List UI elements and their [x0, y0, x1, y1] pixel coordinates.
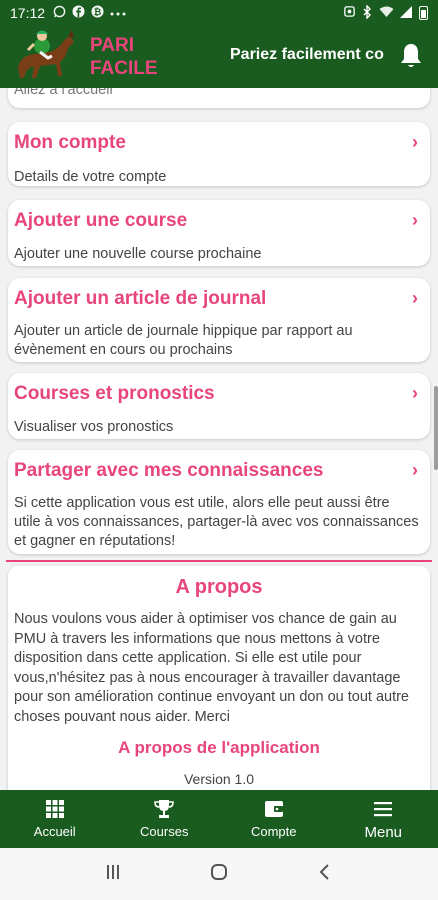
status-bar: 17:12 ₿: [0, 0, 438, 26]
menu-card-accueil[interactable]: Allez à l'accueil: [8, 88, 430, 108]
wifi-icon: [379, 5, 394, 21]
nav-label: Compte: [250, 824, 297, 839]
app-tagline: Pariez facilement co: [230, 46, 384, 63]
signal-icon: [400, 5, 413, 21]
menu-card-courses-pronostics[interactable]: Courses et pronostics › Visualiser vos p…: [8, 373, 430, 439]
menu-card-ajouter-article[interactable]: Ajouter un article de journal › Ajouter …: [8, 278, 430, 362]
facebook-icon: [72, 5, 85, 21]
brand-line-2: FACILE: [90, 58, 158, 79]
system-nav-bar: [0, 848, 438, 900]
menu-card-mon-compte[interactable]: Mon compte › Details de votre compte: [8, 122, 430, 186]
nav-accueil[interactable]: Accueil: [0, 790, 110, 848]
menu-card-desc: Visualiser vos pronostics: [14, 419, 174, 435]
hamburger-icon: [374, 802, 393, 817]
menu-card-desc: Details de votre compte: [14, 169, 167, 185]
app-version: Version 1.0: [183, 771, 255, 787]
section-divider: [6, 560, 432, 562]
app-bar: PARI FACILE Pariez facilement co: [0, 26, 438, 88]
chevron-right-icon: ›: [412, 383, 418, 403]
about-heading: A propos: [175, 576, 263, 598]
home-icon[interactable]: [209, 862, 229, 887]
jockey-horse-logo: [10, 28, 78, 86]
chevron-right-icon: ›: [412, 132, 418, 152]
nav-label: Accueil: [33, 824, 76, 839]
nav-menu[interactable]: Menu: [329, 790, 438, 848]
chevron-right-icon: ›: [412, 288, 418, 308]
nav-compte[interactable]: Compte: [219, 790, 329, 848]
notification-bell-icon[interactable]: [400, 42, 422, 70]
nav-courses[interactable]: Courses: [110, 790, 220, 848]
nav-label: Menu: [364, 824, 403, 841]
about-section: A propos Nous voulons vous aider à optim…: [8, 566, 430, 790]
menu-card-title: Ajouter une course: [14, 210, 188, 231]
alarm-icon: [343, 5, 356, 21]
menu-card-title: Mon compte: [14, 132, 126, 153]
status-time: 17:12: [10, 5, 46, 21]
nav-label: Courses: [140, 824, 189, 839]
scrollbar[interactable]: [434, 386, 438, 470]
menu-card-desc: Ajouter un article de journale hippique …: [14, 323, 353, 358]
menu-card-title: Partager avec mes connaissances: [14, 460, 324, 481]
menu-card-desc: Ajouter une nouvelle course prochaine: [14, 246, 262, 262]
trophy-icon: [154, 800, 175, 818]
more-dots-icon: [110, 6, 126, 20]
whatsapp-icon: [53, 5, 66, 21]
menu-card-desc: Si cette application vous est utile, alo…: [14, 495, 419, 549]
chevron-right-icon: ›: [412, 210, 418, 230]
menu-card-title: Courses et pronostics: [14, 383, 215, 404]
app-brand: PARI FACILE: [90, 34, 158, 80]
battery-icon: [419, 6, 428, 20]
menu-content[interactable]: Allez à l'accueil Mon compte › Details d…: [0, 88, 438, 790]
menu-card-title: Ajouter un article de journal: [14, 288, 267, 309]
bitcoin-icon: ₿: [91, 5, 104, 21]
menu-card-desc: Allez à l'accueil: [14, 88, 113, 98]
menu-card-ajouter-course[interactable]: Ajouter une course › Ajouter une nouvell…: [8, 200, 430, 266]
bottom-nav: Accueil Courses Compte Menu: [0, 790, 438, 848]
brand-line-1: PARI: [90, 35, 134, 56]
about-text: Nous voulons vous aider à optimiser vos …: [14, 611, 409, 725]
wallet-icon: [264, 801, 283, 817]
chevron-right-icon: ›: [412, 460, 418, 480]
bluetooth-icon: [362, 3, 373, 22]
svg-text:₿: ₿: [94, 7, 102, 18]
about-app-heading: A propos de l'application: [118, 738, 320, 757]
recent-apps-icon[interactable]: [103, 862, 123, 887]
back-icon[interactable]: [315, 862, 335, 887]
grid-icon: [45, 800, 64, 818]
menu-card-partager[interactable]: Partager avec mes connaissances › Si cet…: [8, 450, 430, 554]
